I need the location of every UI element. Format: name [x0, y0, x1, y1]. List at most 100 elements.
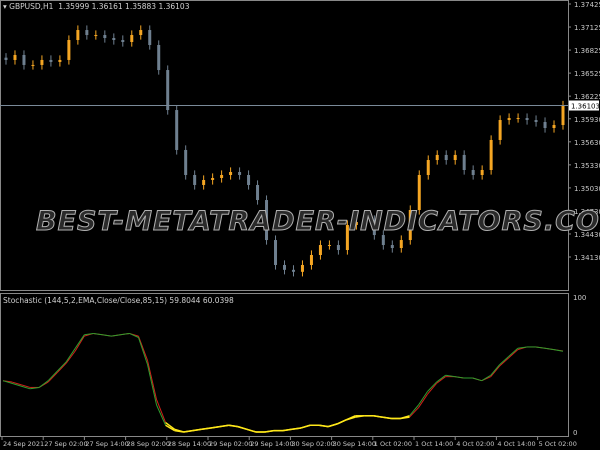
- candle-body: [274, 240, 278, 265]
- price-candles: [4, 25, 565, 277]
- candle-body: [31, 64, 35, 66]
- stoch-main-line-segment: [436, 374, 446, 383]
- price-tick-label: 1.35030: [574, 185, 600, 193]
- stoch-main-line-segment: [219, 424, 229, 428]
- stoch-main-line-segment: [454, 376, 464, 379]
- candle-body: [525, 118, 529, 121]
- stoch-main-line-segment: [84, 332, 94, 336]
- candle-body: [4, 57, 8, 60]
- candle-body: [480, 170, 484, 175]
- price-tick-label: 1.34130: [574, 254, 600, 262]
- time-tick-label: 28 Sep 14:00: [168, 440, 211, 448]
- price-tick-label: 1.37425: [574, 1, 600, 9]
- candle-body: [552, 125, 556, 129]
- stoch-main-line-segment: [418, 391, 428, 406]
- candle-body: [327, 245, 331, 247]
- candle-body: [85, 30, 89, 36]
- price-tick-label: 1.37125: [574, 24, 600, 32]
- stoch-main-line-segment: [201, 427, 211, 431]
- stoch-main-line-segment: [56, 361, 67, 372]
- triangle-down-icon[interactable]: ▾: [3, 2, 7, 11]
- price-pane-border: [0, 0, 569, 291]
- candle-body: [399, 240, 403, 249]
- candle-body: [390, 245, 394, 249]
- price-tick-label: 1.36225: [574, 93, 600, 101]
- stoch-main-line-segment: [147, 364, 158, 406]
- stoch-main-line-segment: [138, 337, 148, 365]
- candle-body: [336, 245, 340, 251]
- stoch-main-line-segment: [120, 332, 130, 336]
- stoch-main-line-segment: [237, 425, 248, 431]
- stoch-main-line-segment: [319, 424, 329, 428]
- candle-body: [444, 154, 448, 161]
- chart-header: ▾ GBPUSD,H1 1.35999 1.36161 1.35883 1.36…: [3, 2, 189, 11]
- stoch-main-line-segment: [544, 347, 555, 351]
- stoch-main-line-segment: [373, 415, 383, 418]
- stoch-signal-line-segment: [499, 357, 510, 367]
- candle-body: [166, 70, 170, 111]
- time-tick-label: 4 Oct 14:00: [497, 440, 535, 448]
- stoch-main-line-segment: [47, 370, 58, 382]
- stoch-main-line-segment: [111, 334, 121, 337]
- candle-body: [247, 174, 251, 185]
- candle-body: [193, 174, 197, 185]
- candle-body: [229, 172, 233, 175]
- candle-body: [148, 30, 152, 46]
- candle-body: [94, 35, 98, 37]
- candle-body: [426, 160, 430, 175]
- stoch-tick-label: 0: [573, 429, 577, 437]
- stoch-signal-line-segment: [427, 383, 437, 395]
- candle-body: [318, 245, 322, 256]
- candle-body: [291, 269, 295, 272]
- candle-body: [76, 30, 80, 41]
- stoch-signal-line-segment: [47, 372, 58, 383]
- symbol-label: GBPUSD,H1: [9, 2, 54, 11]
- candle-body: [139, 30, 143, 36]
- stoch-main-line-segment: [535, 346, 546, 349]
- stoch-main-line-segment: [102, 334, 112, 337]
- candle-body: [202, 179, 206, 185]
- candle-body: [220, 174, 224, 178]
- stoch-signal-line-segment: [490, 365, 501, 377]
- candle-body: [58, 59, 62, 62]
- candle-body: [22, 54, 26, 65]
- candle-body: [453, 154, 457, 161]
- candle-body: [507, 118, 511, 121]
- stoch-signal-line-segment: [436, 376, 446, 384]
- candle-body: [103, 35, 107, 39]
- candle-body: [283, 264, 286, 270]
- stoch-main-line-segment: [382, 416, 392, 420]
- candle-body: [435, 154, 439, 161]
- stoch-main-line-segment: [291, 427, 302, 431]
- price-tick-label: 1.35630: [574, 139, 600, 147]
- stoch-pane-border: [0, 293, 569, 437]
- stoch-main-line-segment: [183, 429, 193, 433]
- stoch-main-line-segment: [74, 334, 85, 349]
- stoch-main-line-segment: [65, 348, 76, 363]
- time-tick-label: 27 Sep 02:00: [44, 440, 87, 448]
- time-tick-label: 5 Oct 02:00: [539, 440, 577, 448]
- candle-body: [67, 40, 71, 60]
- candle-body: [49, 59, 53, 62]
- candle-body: [498, 120, 502, 140]
- stoch-main-line-segment: [409, 404, 419, 417]
- price-tick-label: 1.36525: [574, 70, 600, 78]
- stoch-main-line-segment: [300, 424, 311, 429]
- candle-body: [121, 40, 125, 43]
- time-tick-label: 29 Sep 02:00: [209, 440, 252, 448]
- stoch-signal-line-segment: [409, 407, 419, 418]
- price-tick-label: 1.36825: [574, 47, 600, 55]
- stoch-signal-line-segment: [74, 335, 85, 352]
- candle-body: [534, 120, 538, 123]
- candle-body: [112, 38, 116, 41]
- candle-body: [417, 174, 421, 211]
- time-tick-label: 1 Oct 02:00: [374, 440, 412, 448]
- stoch-tick-label: 100: [573, 294, 586, 302]
- candle-body: [489, 139, 493, 171]
- stoch-signal-line-segment: [508, 349, 519, 359]
- stoch-signal-line-segment: [147, 360, 158, 400]
- candle-body: [211, 177, 215, 180]
- stoch-signal-line-segment: [56, 362, 67, 373]
- price-tick-label: 1.35330: [574, 162, 600, 170]
- candle-body: [13, 54, 17, 60]
